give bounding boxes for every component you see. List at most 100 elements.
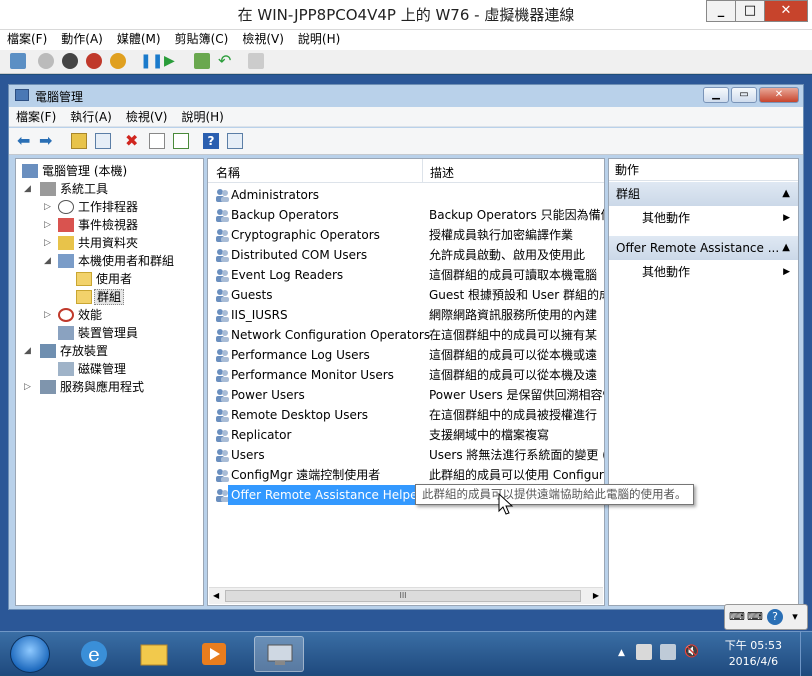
table-row[interactable]: Administrators <box>212 185 604 205</box>
tree-item-event-viewer[interactable]: ▷ 事件檢視器 <box>44 216 138 234</box>
media-player-icon[interactable] <box>194 636 234 672</box>
network-icon[interactable] <box>660 644 676 660</box>
revert-icon[interactable]: ↶ <box>218 53 234 69</box>
scroll-left-icon[interactable]: ◀ <box>213 591 219 600</box>
more-actions-item[interactable]: 其他動作 ▶ <box>609 261 798 283</box>
mmc-maximize-button[interactable]: ▭ <box>731 87 757 103</box>
table-row[interactable]: Event Log Readers 這個群組的成員可讀取本機電腦 <box>212 265 604 285</box>
expand-right-icon[interactable]: ▷ <box>44 234 51 252</box>
start-button[interactable] <box>10 635 50 673</box>
mmc-close-button[interactable]: ✕ <box>759 87 799 103</box>
horizontal-scrollbar[interactable]: ◀ III ▶ <box>209 587 603 604</box>
more-actions-item[interactable]: 其他動作 ▶ <box>609 207 798 229</box>
properties-icon[interactable] <box>149 133 165 149</box>
language-bar[interactable]: ⌨ ⌨ ? ▾ <box>724 604 808 630</box>
computer-management-taskbar-icon[interactable] <box>254 636 304 672</box>
options-icon[interactable]: ▾ <box>787 609 803 625</box>
internet-explorer-icon[interactable]: e <box>74 636 114 672</box>
checkpoint-icon[interactable] <box>194 53 210 69</box>
table-row[interactable]: Distributed COM Users 允許成員啟動、啟用及使用此 <box>212 245 604 265</box>
turn-off-icon[interactable] <box>62 53 78 69</box>
clock[interactable]: 下午 05:53 2016/4/6 <box>725 638 782 670</box>
scroll-thumb[interactable]: III <box>225 590 581 602</box>
shutdown-icon[interactable] <box>86 53 102 69</box>
table-row[interactable]: Cryptographic Operators 授權成員執行加密編譯作業 <box>212 225 604 245</box>
table-row[interactable]: Replicator 支援網域中的檔案複寫 <box>212 425 604 445</box>
action-center-icon[interactable] <box>636 644 652 660</box>
table-row[interactable]: Performance Monitor Users 這個群組的成員可以從本機及遠 <box>212 365 604 385</box>
mmc-menu-help[interactable]: 說明(H) <box>174 107 230 127</box>
column-header-name[interactable]: 名稱 <box>216 164 240 181</box>
input-mode-icon[interactable]: ⌨ <box>729 609 745 625</box>
table-row[interactable]: Guests Guest 根據預設和 User 群組的成 <box>212 285 604 305</box>
expand-down-icon[interactable]: ◢ <box>24 180 31 198</box>
table-row[interactable]: Users Users 將無法進行系統面的變更 (. <box>212 445 604 465</box>
scroll-right-icon[interactable]: ▶ <box>593 591 599 600</box>
file-explorer-icon[interactable] <box>134 636 174 672</box>
keyboard-icon[interactable]: ⌨ <box>747 609 763 625</box>
tree-item-disk-management[interactable]: 磁碟管理 <box>58 360 126 378</box>
tree-item-shared-folders[interactable]: ▷ 共用資料夾 <box>44 234 138 252</box>
collapse-icon[interactable]: ▲ <box>782 236 790 260</box>
ctrl-alt-del-icon[interactable] <box>10 53 26 69</box>
mmc-menu-file[interactable]: 檔案(F) <box>9 107 63 127</box>
vm-menu-action[interactable]: 動作(A) <box>54 30 110 48</box>
column-header-description[interactable]: 描述 <box>430 164 454 181</box>
vm-menu-view[interactable]: 檢視(V) <box>235 30 291 48</box>
show-hidden-icons-icon[interactable]: ▲ <box>618 648 625 658</box>
resume-icon[interactable]: ▶ <box>164 53 180 69</box>
vm-menu-help[interactable]: 說明(H) <box>291 30 347 48</box>
delete-icon[interactable]: ✖ <box>125 133 141 149</box>
table-row[interactable]: Power Users Power Users 是保留供回溯相容性 <box>212 385 604 405</box>
actions-section-groups[interactable]: 群組 ▲ <box>609 182 798 206</box>
minimize-button[interactable]: _ <box>706 0 736 22</box>
back-icon[interactable]: ⬅ <box>17 133 33 149</box>
vm-menu-clipboard[interactable]: 剪貼簿(C) <box>168 30 236 48</box>
mmc-menu-action[interactable]: 執行(A) <box>63 107 119 127</box>
help-icon[interactable]: ? <box>203 133 219 149</box>
mmc-menu-view[interactable]: 檢視(V) <box>119 107 175 127</box>
show-hide-tree-icon[interactable] <box>95 133 111 149</box>
expand-down-icon[interactable]: ◢ <box>44 252 51 270</box>
pause-icon[interactable]: ❚❚ <box>140 53 163 69</box>
close-button[interactable]: ✕ <box>764 0 808 22</box>
actions-section-selected[interactable]: Offer Remote Assistance ... ▲ <box>609 236 798 260</box>
table-row[interactable]: ConfigMgr 遠端控制使用者 此群組的成員可以使用 Configura <box>212 465 604 485</box>
enhanced-session-icon[interactable] <box>248 53 264 69</box>
help-icon[interactable]: ? <box>767 609 783 625</box>
table-row[interactable]: IIS_IUSRS 網際網路資訊服務所使用的內建 <box>212 305 604 325</box>
table-row[interactable]: Performance Log Users 這個群組的成員可以從本機或遠 <box>212 345 604 365</box>
tree-item-storage[interactable]: ◢ 存放裝置 <box>24 342 108 360</box>
show-hide-action-pane-icon[interactable] <box>227 133 243 149</box>
mmc-minimize-button[interactable]: ▁ <box>703 87 729 103</box>
collapse-icon[interactable]: ▲ <box>782 182 790 206</box>
expand-right-icon[interactable]: ▷ <box>24 378 31 396</box>
tree-item-performance[interactable]: ▷ 效能 <box>44 306 102 324</box>
tree-item-groups[interactable]: 群組 <box>76 288 125 306</box>
tree-item-system-tools[interactable]: ◢ 系統工具 <box>24 180 108 198</box>
table-row[interactable]: Remote Desktop Users 在這個群組中的成員被授權進行 <box>212 405 604 425</box>
expand-right-icon[interactable]: ▷ <box>44 306 51 324</box>
export-list-icon[interactable] <box>173 133 189 149</box>
expand-right-icon[interactable]: ▷ <box>44 216 51 234</box>
expand-right-icon[interactable]: ▷ <box>44 198 51 216</box>
show-desktop-button[interactable] <box>800 632 812 676</box>
tree-item-users[interactable]: 使用者 <box>76 270 132 288</box>
vm-menu-media[interactable]: 媒體(M) <box>110 30 168 48</box>
expand-down-icon[interactable]: ◢ <box>24 342 31 360</box>
start-icon[interactable] <box>38 53 54 69</box>
volume-muted-icon[interactable]: 🔇 <box>684 644 700 660</box>
tree-item-root[interactable]: 電腦管理 (本機) <box>22 162 127 180</box>
vm-menu-file[interactable]: 檔案(F) <box>0 30 54 48</box>
maximize-button[interactable]: □ <box>735 0 765 22</box>
column-divider[interactable] <box>422 159 423 183</box>
table-row[interactable]: Network Configuration Operators 在這個群組中的成員… <box>212 325 604 345</box>
tree-item-device-manager[interactable]: 裝置管理員 <box>58 324 138 342</box>
table-row[interactable]: Backup Operators Backup Operators 只能因為備份 <box>212 205 604 225</box>
tree-item-task-scheduler[interactable]: ▷ 工作排程器 <box>44 198 138 216</box>
forward-icon[interactable]: ➡ <box>39 133 55 149</box>
tree-item-local-users-groups[interactable]: ◢ 本機使用者和群組 <box>44 252 174 270</box>
save-state-icon[interactable] <box>110 53 126 69</box>
tree-item-services-apps[interactable]: ▷ 服務與應用程式 <box>24 378 144 396</box>
up-folder-icon[interactable] <box>71 133 87 149</box>
